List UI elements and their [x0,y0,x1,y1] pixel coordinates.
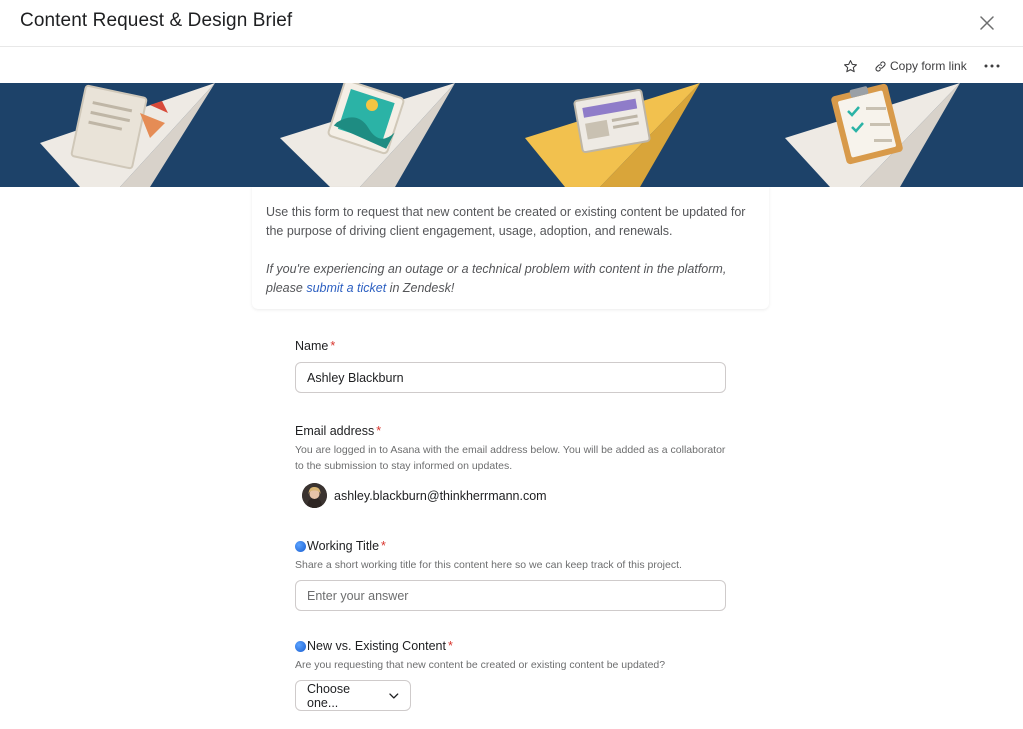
new-vs-existing-field-group: New vs. Existing Content * Are you reques… [295,639,726,711]
required-asterisk: * [447,639,453,653]
logged-in-user: ashley.blackburn@thinkherrmann.com [302,483,726,508]
copy-form-link-label: Copy form link [890,59,967,73]
working-title-label: Working Title * [295,539,726,553]
form-toolbar: Copy form link [0,48,1023,83]
working-title-help-text: Share a short working title for this con… [295,559,682,571]
chevron-down-icon [389,692,399,699]
name-label: Name * [295,339,726,353]
paper-plane-article-illustration [525,83,700,187]
form-banner-image [0,83,1023,187]
blue-circle-icon [295,540,306,552]
paper-plane-image-illustration [280,83,455,187]
support-note-text-after: in Zendesk! [386,281,455,295]
email-help-text: You are logged in to Asana with the emai… [295,444,726,472]
email-label: Email address * [295,424,726,438]
working-title-label-text: Working Title [307,539,380,553]
more-icon [984,64,1000,68]
link-icon [875,60,886,72]
email-label-text: Email address [295,424,375,438]
avatar [302,483,327,508]
new-vs-existing-select[interactable]: Choose one... [295,680,411,711]
paper-plane-document-illustration [40,83,215,187]
required-asterisk: * [376,424,382,438]
form-support-note: If you're experiencing an outage or a te… [266,260,755,298]
name-field-group: Name * [295,339,726,393]
required-asterisk: * [330,339,336,353]
submit-ticket-link[interactable]: submit a ticket [306,281,386,295]
new-vs-existing-label-text: New vs. Existing Content [307,639,446,653]
more-options-button[interactable] [982,56,1002,76]
star-icon [843,59,857,72]
working-title-input[interactable] [295,580,726,611]
paper-plane-checklist-illustration [785,83,960,187]
user-email: ashley.blackburn@thinkherrmann.com [334,488,547,503]
close-icon [980,16,994,30]
form-description: Use this form to request that new conten… [266,205,746,238]
form-description-card: Use this form to request that new conten… [252,187,769,309]
email-field-group: Email address * You are logged in to Asan… [295,424,726,508]
required-asterisk: * [381,539,386,553]
favorite-button[interactable] [840,56,860,76]
select-value: Choose one... [307,681,351,710]
new-vs-existing-help-text: Are you requesting that new content be c… [295,659,666,671]
close-button[interactable] [975,11,999,35]
form-header: Content Request & Design Brief [0,0,1023,47]
form-title: Content Request & Design Brief [20,10,293,31]
name-label-text: Name [295,339,329,353]
name-input[interactable] [295,362,726,393]
blue-circle-icon [295,640,306,652]
copy-form-link-button[interactable]: Copy form link [874,57,967,75]
working-title-field-group: Working Title * Share a short working tit… [295,539,726,611]
new-vs-existing-label: New vs. Existing Content * [295,639,726,653]
